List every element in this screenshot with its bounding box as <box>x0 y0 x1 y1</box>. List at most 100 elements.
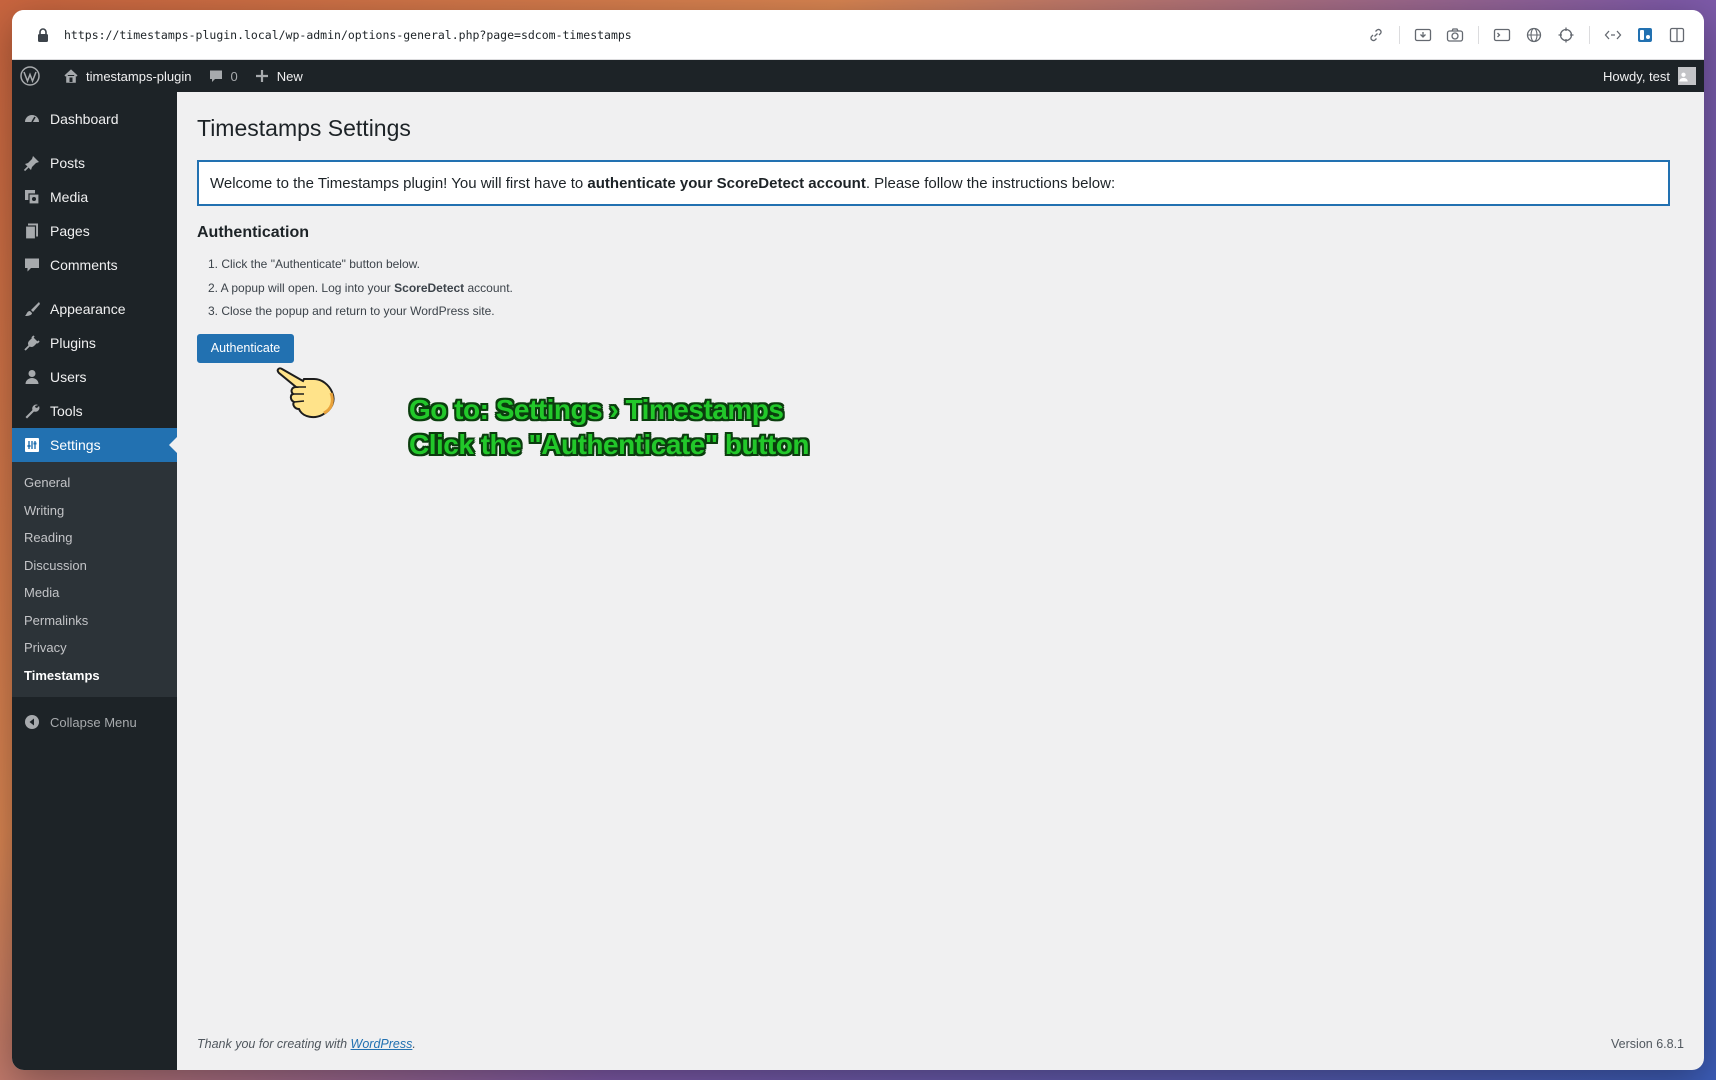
menu-label: Users <box>50 369 87 385</box>
notice-text: Welcome to the Timestamps plugin! You wi… <box>210 174 588 192</box>
split-view-icon[interactable] <box>1668 26 1686 44</box>
welcome-notice: Welcome to the Timestamps plugin! You wi… <box>197 160 1670 206</box>
step-2-text: 2. A popup will open. Log into your <box>208 280 395 295</box>
settings-icon <box>22 435 42 455</box>
plug-icon <box>22 333 42 353</box>
submenu-media[interactable]: Media <box>12 579 177 607</box>
step-2-end: account. <box>464 280 513 295</box>
footer-thanks: Thank you for creating with WordPress. <box>197 1037 416 1051</box>
my-account-link[interactable]: Howdy, test <box>1595 60 1704 92</box>
menu-label: Settings <box>50 437 101 453</box>
menu-label: Posts <box>50 155 86 171</box>
download-icon[interactable] <box>1414 26 1432 44</box>
submenu-reading[interactable]: Reading <box>12 524 177 552</box>
menu-label: Plugins <box>50 335 96 351</box>
settings-submenu: General Writing Reading Discussion Media… <box>12 462 177 697</box>
version-text: Version 6.8.1 <box>1611 1037 1684 1051</box>
menu-item-comments[interactable]: Comments <box>12 248 177 282</box>
address-bar[interactable]: https://timestamps-plugin.local/wp-admin… <box>64 28 1367 42</box>
avatar <box>1678 67 1696 85</box>
toolbar-divider <box>1399 25 1400 44</box>
comments-link[interactable]: 0 <box>200 60 246 92</box>
menu-item-pages[interactable]: Pages <box>12 214 177 248</box>
brush-icon <box>22 299 42 319</box>
collapse-label: Collapse Menu <box>50 714 137 730</box>
menu-item-plugins[interactable]: Plugins <box>12 326 177 360</box>
submenu-privacy[interactable]: Privacy <box>12 634 177 662</box>
menu-label: Comments <box>50 257 118 273</box>
menu-label: Dashboard <box>50 111 119 127</box>
wordpress-logo-icon <box>20 66 40 86</box>
menu-item-settings[interactable]: Settings <box>12 428 177 462</box>
wordpress-link[interactable]: WordPress <box>351 1037 413 1051</box>
step-2-bold: ScoreDetect <box>394 280 465 295</box>
step-3: 3. Close the popup and return to your Wo… <box>208 304 495 318</box>
step-2: 2. A popup will open. Log into your Scor… <box>208 277 1684 301</box>
extensions-icon[interactable] <box>1604 26 1622 44</box>
lock-icon <box>38 27 48 42</box>
plus-icon <box>255 70 268 82</box>
notice-text-end: . Please follow the instructions below: <box>865 174 1116 192</box>
submenu-permalinks[interactable]: Permalinks <box>12 607 177 635</box>
toolbar-divider <box>1478 25 1479 44</box>
overlay-line-2: Click the "Authenticate" button <box>409 429 809 460</box>
site-name: timestamps-plugin <box>86 68 192 84</box>
new-label: New <box>276 68 303 84</box>
camera-icon[interactable] <box>1446 26 1464 44</box>
browser-window: https://timestamps-plugin.local/wp-admin… <box>12 10 1704 1070</box>
tutorial-overlay-text: Go to: Settings › Timestamps Click the "… <box>409 392 809 462</box>
browser-toolbar: https://timestamps-plugin.local/wp-admin… <box>12 10 1704 60</box>
toolbar-divider <box>1589 25 1590 44</box>
comment-icon <box>22 255 42 275</box>
menu-label: Media <box>50 189 89 205</box>
submenu-timestamps[interactable]: Timestamps <box>12 662 177 690</box>
wrench-icon <box>22 401 42 421</box>
submenu-general[interactable]: General <box>12 469 177 497</box>
link-icon[interactable] <box>1367 26 1385 44</box>
dashboard-icon <box>22 109 42 129</box>
home-icon <box>64 69 78 83</box>
howdy-text: Howdy, test <box>1603 68 1670 84</box>
menu-item-tools[interactable]: Tools <box>12 394 177 428</box>
notice-bold-text: authenticate your ScoreDetect account <box>587 174 866 192</box>
pages-icon <box>22 221 42 241</box>
sidebar-icon[interactable] <box>1636 26 1654 44</box>
menu-item-users[interactable]: Users <box>12 360 177 394</box>
globe-icon[interactable] <box>1525 26 1543 44</box>
new-content-link[interactable]: New <box>246 60 311 92</box>
authenticate-button[interactable]: Authenticate <box>197 333 294 363</box>
main-content: Timestamps Settings Welcome to the Times… <box>177 92 1704 1070</box>
section-title: Authentication <box>197 224 309 241</box>
collapse-menu-button[interactable]: Collapse Menu <box>12 705 177 739</box>
page-title: Timestamps Settings <box>197 115 411 141</box>
user-icon <box>22 367 42 387</box>
submenu-discussion[interactable]: Discussion <box>12 552 177 580</box>
wp-admin-bar: timestamps-plugin 0 New Howdy, test <box>12 60 1704 92</box>
comment-bubble-icon <box>209 70 222 82</box>
site-name-link[interactable]: timestamps-plugin <box>55 60 200 92</box>
submenu-writing[interactable]: Writing <box>12 497 177 525</box>
menu-item-appearance[interactable]: Appearance <box>12 292 177 326</box>
footer-period: . <box>412 1037 416 1051</box>
pin-icon <box>22 153 42 173</box>
menu-label: Tools <box>50 403 83 419</box>
overlay-line-1: Go to: Settings › Timestamps <box>409 394 784 425</box>
menu-item-dashboard[interactable]: Dashboard <box>12 102 177 136</box>
footer-thanks-text: Thank you for creating with <box>197 1037 351 1051</box>
pointing-hand-icon <box>276 367 335 419</box>
media-icon <box>22 187 42 207</box>
comments-count: 0 <box>230 68 238 84</box>
menu-label: Appearance <box>50 301 126 317</box>
menu-item-posts[interactable]: Posts <box>12 146 177 180</box>
footer: Thank you for creating with WordPress. V… <box>197 1037 1684 1051</box>
terminal-icon[interactable] <box>1493 26 1511 44</box>
instructions-list: 1. Click the "Authenticate" button below… <box>197 253 1684 324</box>
admin-sidebar: Dashboard Posts Media Pages Comments App… <box>12 92 177 1070</box>
browser-toolbar-icons <box>1367 25 1686 44</box>
wordpress-logo-button[interactable] <box>12 60 55 92</box>
step-1: 1. Click the "Authenticate" button below… <box>208 257 420 271</box>
menu-label: Pages <box>50 223 90 239</box>
crosshair-icon[interactable] <box>1557 26 1575 44</box>
menu-item-media[interactable]: Media <box>12 180 177 214</box>
collapse-arrow-icon <box>22 712 42 732</box>
